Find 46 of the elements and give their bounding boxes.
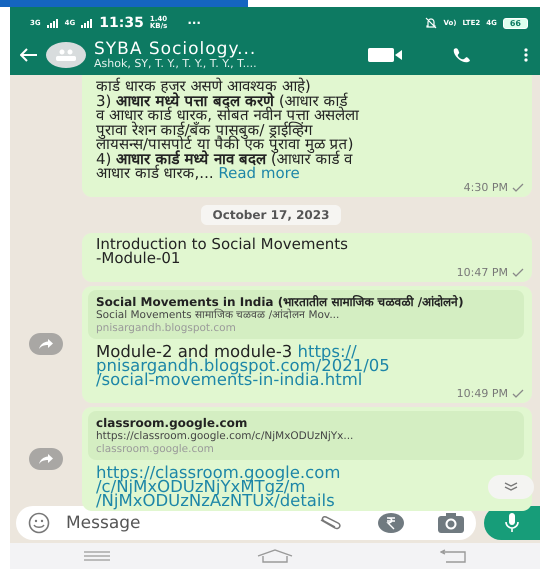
back-arrow-icon[interactable] (20, 48, 38, 62)
clock-time: 11:35 (99, 15, 144, 31)
message-time: 4:30 PM (464, 180, 508, 194)
preview-title: classroom.google.com (96, 416, 248, 430)
check-icon (512, 388, 524, 398)
preview-title: Social Movements in India (भारतातील सामाजिक चळवळी /आंदोलने) (96, 294, 465, 308)
forward-arrow-icon (38, 452, 54, 464)
message-time: 10:47 PM (456, 266, 508, 278)
mute-bell-icon (425, 17, 438, 29)
group-members: Ashok, SY, T. Y., T. Y., T. Y., T.... (94, 58, 258, 70)
battery-level: 66 (502, 18, 528, 28)
group-name[interactable]: SYBA Sociology... (94, 40, 360, 58)
rupee-payment-icon[interactable] (378, 512, 404, 534)
attach-icon[interactable] (318, 516, 342, 530)
message-text: Module-2 and module-3 https:// pnisargandh.blogspot.com/2021/05 /social-movements-in-india.html (96, 344, 391, 386)
message-text: कार्ड धारक हजर असणे आवश्यक आहे) 3) आधार मध्ये पत्ता बदल करणे (आधार कार्ड व आधार कार्ड धारक, सोबत नवीन पत्ता असलेला पुरावा रेशन कार्ड/बँक पासबुक/ ड्राईव्हिंग लायसन्स/पासपोर्ट या पैकी एक पुरावा मुळ प्रत) 4) आधार कार्ड मध्ये नाव बदल (आधार कार्ड व आधार कार्ड धारक,... Read more (96, 79, 360, 180)
microphone-icon (505, 513, 519, 533)
url-link[interactable]: https://classroom.google.com (96, 462, 340, 482)
check-icon (512, 268, 524, 276)
message-text: Introduction to Social Movements -Module-01 (96, 236, 349, 266)
check-icon (512, 182, 524, 192)
link-preview[interactable]: Social Movements in India (भारतातील सामाजिक चळवळी /आंदोलने) Social Movements सामाजिक चळवळ /आंदोलन Mov... pnisargandh.blogspot.com (88, 290, 524, 338)
camera-icon[interactable] (438, 513, 464, 533)
preview-domain: pnisargandh.blogspot.com (96, 322, 237, 334)
video-call-icon[interactable] (368, 48, 402, 62)
forward-arrow-icon (38, 338, 54, 350)
signal-icon (46, 18, 59, 28)
double-chevron-down-icon (504, 482, 518, 492)
more-notifications: ··· (187, 20, 201, 26)
menu-icon[interactable] (84, 551, 110, 561)
forward-button[interactable] (29, 333, 63, 355)
message-time: 10:49 PM (456, 386, 508, 400)
home-icon[interactable] (256, 549, 293, 563)
more-options-icon[interactable] (524, 48, 528, 62)
link-preview[interactable]: classroom.google.com https://classroom.google.com/c/NjMxODUzNjYx... classroom.google.com (88, 410, 524, 460)
back-icon[interactable] (440, 549, 466, 563)
scroll-down-button[interactable] (488, 475, 534, 499)
forward-button[interactable] (29, 448, 63, 470)
preview-description: Social Movements सामाजिक चळवळ /आंदोलन Mov... (96, 308, 340, 322)
preview-description: https://classroom.google.com/c/NjMxODUzNjYx... (96, 430, 354, 442)
url-link[interactable]: https:// (298, 342, 357, 360)
preview-domain: classroom.google.com (96, 442, 215, 454)
date-label: October 17, 2023 (200, 204, 342, 224)
signal-icon (81, 18, 94, 28)
group-avatar[interactable] (46, 42, 86, 68)
emoji-icon[interactable] (28, 512, 50, 534)
